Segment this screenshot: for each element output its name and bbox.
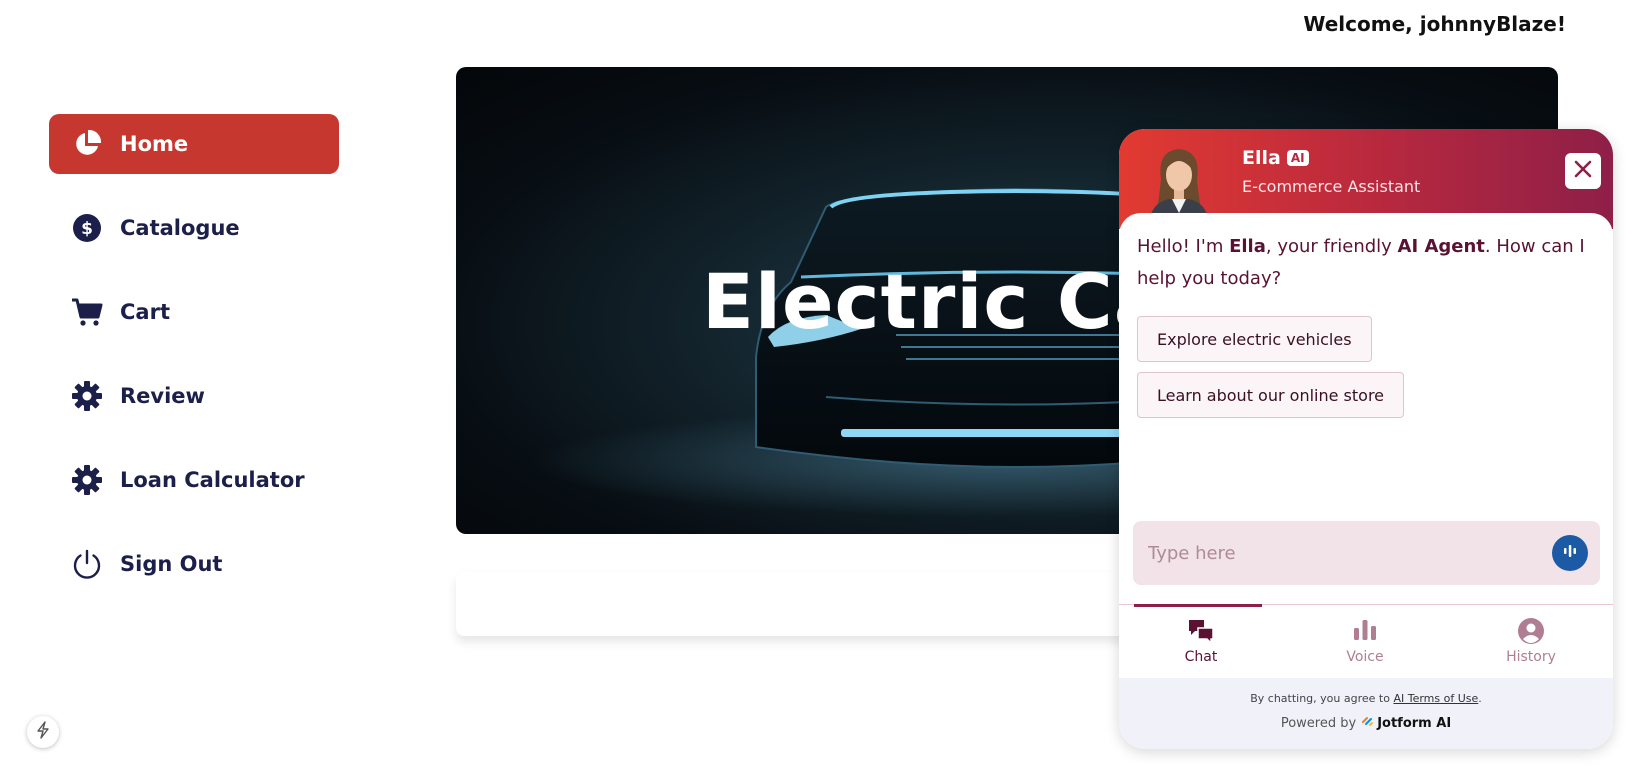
ai-badge: AI: [1286, 150, 1309, 166]
powered-by: Powered by Jotform AI: [1119, 715, 1613, 731]
tab-label: Chat: [1184, 649, 1218, 665]
sidebar-item-label: Review: [120, 384, 205, 408]
greeting-text: , your friendly: [1265, 236, 1398, 257]
close-icon: [1573, 159, 1593, 183]
chat-footer: By chatting, you agree to AI Terms of Us…: [1119, 678, 1613, 749]
chat-input-area: [1133, 521, 1600, 585]
sidebar-item-review[interactable]: Review: [49, 366, 339, 426]
tab-history[interactable]: History: [1449, 605, 1613, 677]
sidebar-nav: Home $ Catalogue Cart Review Loan Calcul…: [49, 114, 339, 618]
cart-icon: [71, 296, 103, 328]
terms-text: .: [1478, 692, 1482, 705]
dollar-icon: $: [71, 212, 103, 244]
gear-icon: [71, 464, 103, 496]
tab-chat[interactable]: Chat: [1119, 605, 1283, 677]
gear-icon: [71, 380, 103, 412]
welcome-message: Welcome, johnnyBlaze!: [1303, 12, 1566, 36]
sidebar-item-label: Cart: [120, 300, 170, 324]
jotform-brand-label: Jotform AI: [1377, 715, 1452, 731]
sidebar-item-cart[interactable]: Cart: [49, 282, 339, 342]
agent-name-row: Ella AI: [1242, 147, 1309, 169]
terms-notice: By chatting, you agree to AI Terms of Us…: [1119, 692, 1613, 705]
jotform-brand[interactable]: Jotform AI: [1362, 715, 1451, 731]
chat-input[interactable]: [1133, 521, 1533, 585]
terms-text: By chatting, you agree to: [1250, 692, 1394, 705]
terms-link[interactable]: AI Terms of Use: [1393, 692, 1478, 705]
agent-name: Ella: [1242, 147, 1281, 169]
tab-label: Voice: [1346, 649, 1384, 665]
sidebar-item-label: Sign Out: [120, 552, 223, 576]
power-icon: [71, 548, 103, 580]
greeting-name: Ella: [1229, 236, 1266, 257]
greeting-agent: AI Agent: [1397, 236, 1485, 257]
sidebar-item-label: Loan Calculator: [120, 468, 305, 492]
powered-by-text: Powered by: [1280, 715, 1357, 731]
chat-icon: [1187, 617, 1215, 645]
close-button[interactable]: [1565, 153, 1601, 189]
voice-input-button[interactable]: [1552, 535, 1588, 571]
tab-voice[interactable]: Voice: [1283, 605, 1447, 677]
chat-widget: Ella AI E-commerce Assistant Hello! I'm …: [1119, 129, 1613, 749]
greeting-text: Hello! I'm: [1137, 236, 1230, 257]
voice-bars-icon: [1351, 617, 1379, 645]
suggestion-learn-store[interactable]: Learn about our online store: [1137, 372, 1405, 418]
agent-avatar: [1139, 139, 1219, 223]
user-icon: [1517, 617, 1545, 645]
sidebar-item-sign-out[interactable]: Sign Out: [49, 534, 339, 594]
agent-role: E-commerce Assistant: [1242, 177, 1421, 196]
bolt-button[interactable]: [27, 716, 59, 748]
jotform-logo-icon: [1362, 715, 1377, 731]
sidebar-item-home[interactable]: Home: [49, 114, 339, 174]
chat-tabs: Chat Voice History: [1119, 604, 1613, 676]
sidebar-item-label: Home: [120, 132, 189, 156]
bolt-icon: [35, 721, 51, 743]
sidebar-item-label: Catalogue: [120, 216, 240, 240]
svg-text:$: $: [81, 219, 93, 239]
pie-chart-icon: [71, 128, 103, 160]
voice-bars-icon: [1562, 543, 1578, 563]
suggestion-explore-vehicles[interactable]: Explore electric vehicles: [1137, 316, 1372, 362]
greeting-message: Hello! I'm Ella, your friendly AI Agent.…: [1137, 231, 1587, 295]
tab-label: History: [1506, 649, 1556, 665]
sidebar-item-catalogue[interactable]: $ Catalogue: [49, 198, 339, 258]
sidebar-item-loan-calculator[interactable]: Loan Calculator: [49, 450, 339, 510]
